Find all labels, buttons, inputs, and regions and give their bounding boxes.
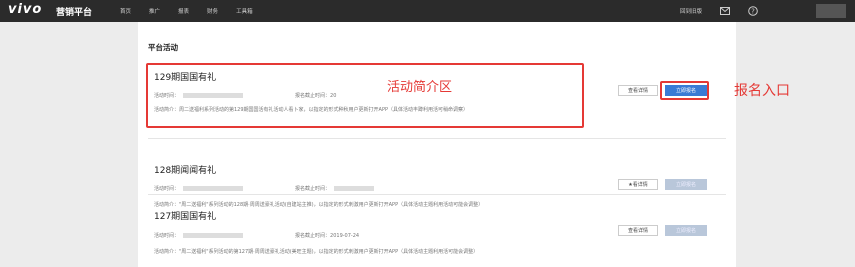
help-icon[interactable]: ? — [748, 6, 758, 16]
deadline-label: 报名截止时间： — [295, 233, 331, 239]
mail-icon[interactable] — [720, 7, 731, 15]
top-navigation-bar: vivo 营销平台 首页 推广 报表 财务 工具箱 回到旧版 ? — [0, 0, 855, 22]
intro-area-annotation: 活动简介区 — [387, 80, 453, 95]
activity-description: 活动简介："周二送福利"系列活动的第127期·周周送豪礼活动(美旺主题)，以指定… — [154, 249, 479, 255]
redacted-value — [183, 186, 244, 191]
view-details-button[interactable]: 查看详情 — [618, 85, 658, 96]
old-version-link[interactable]: 回到旧版 — [680, 7, 702, 15]
activity-title: 128期闻闻有礼 — [154, 166, 217, 176]
user-avatar[interactable] — [816, 4, 846, 18]
deadline-label: 报名截止时间： — [295, 186, 331, 192]
deadline-value: 2019-07-24 — [330, 233, 360, 239]
activity-time-label: 活动时间： — [154, 233, 180, 239]
main-nav: 首页 推广 报表 财务 工具箱 — [120, 7, 253, 15]
svg-text:?: ? — [751, 8, 755, 16]
nav-item-tools[interactable]: 工具箱 — [236, 7, 253, 15]
signup-entry-highlight — [660, 81, 709, 100]
redacted-value — [183, 233, 244, 238]
nav-item-home[interactable]: 首页 — [120, 7, 131, 15]
nav-item-finance[interactable]: 财务 — [207, 7, 218, 15]
intro-area-highlight — [146, 63, 584, 128]
vivo-logo[interactable]: vivo — [8, 2, 42, 17]
signup-button[interactable]: 立即报名 — [665, 179, 707, 190]
nav-item-reports[interactable]: 报表 — [178, 7, 189, 15]
activity-meta: 活动时间： 报名截止时间：2019-07-24 — [154, 232, 359, 239]
view-details-button[interactable]: ★看详情 — [618, 179, 658, 190]
activity-title: 127期国国有礼 — [154, 212, 217, 222]
activity-time-label: 活动时间： — [154, 186, 180, 192]
header-actions: 回到旧版 ? — [680, 0, 758, 22]
redacted-value — [334, 186, 375, 191]
platform-name: 营销平台 — [56, 8, 93, 18]
activity-card: 127期国国有礼 活动时间： 报名截止时间：2019-07-24 活动简介："周二… — [138, 194, 736, 267]
activity-meta: 活动时间： 报名截止时间： — [154, 185, 378, 192]
main-content: 平台活动 129期国国有礼 活动时间： 报名截止时间：20 活动简介：周二送福利系… — [138, 22, 736, 267]
view-details-button[interactable]: 查看详情 — [618, 225, 658, 236]
signup-entry-annotation: 报名入口 — [734, 83, 790, 99]
nav-item-promotion[interactable]: 推广 — [149, 7, 160, 15]
signup-button[interactable]: 立即报名 — [665, 225, 707, 236]
